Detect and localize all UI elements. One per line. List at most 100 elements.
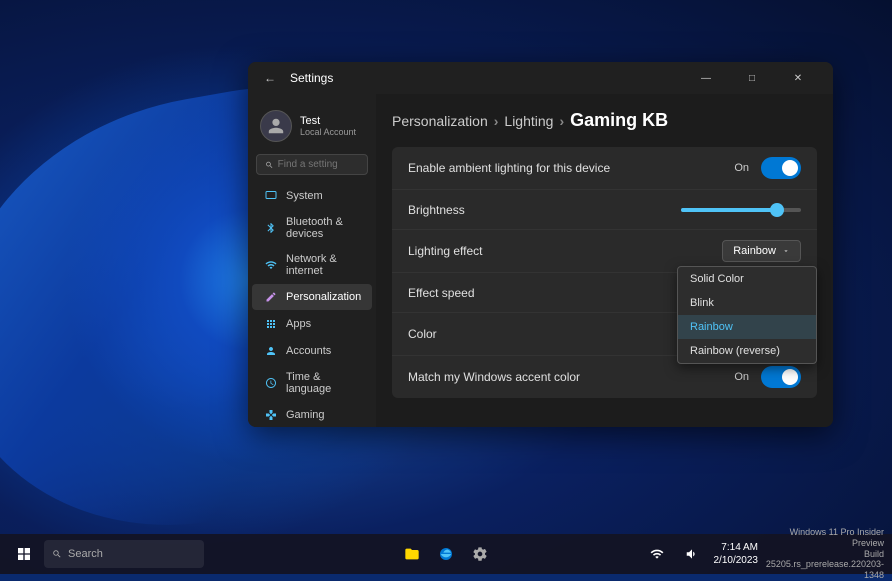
taskbar-settings-icon [472, 546, 488, 562]
match-color-control: On [734, 366, 801, 388]
dropdown-item-rainbow[interactable]: Rainbow [678, 315, 816, 339]
ambient-label: Enable ambient lighting for this device [408, 161, 610, 175]
taskbar-search-icon [52, 549, 62, 559]
ambient-control: On [734, 157, 801, 179]
user-role: Local Account [300, 127, 356, 137]
network-icon [264, 258, 278, 272]
sidebar: Test Local Account System [248, 94, 376, 427]
window-controls: — □ ✕ [683, 62, 821, 94]
taskbar-edge[interactable] [430, 538, 462, 570]
brightness-slider[interactable] [681, 208, 801, 212]
sidebar-label-personalization: Personalization [286, 291, 361, 303]
sidebar-label-network: Network & internet [286, 253, 360, 277]
breadcrumb-lighting[interactable]: Lighting [504, 113, 553, 129]
clock-date: 2/10/2023 [714, 554, 759, 567]
sidebar-label-gaming: Gaming [286, 409, 325, 421]
breadcrumb-sep-1: › [494, 113, 499, 129]
os-line1: Windows 11 Pro Insider Preview [764, 527, 884, 549]
network-tray-icon [650, 547, 664, 561]
lighting-effect-control: Rainbow [722, 240, 801, 262]
effect-speed-label: Effect speed [408, 286, 475, 300]
sidebar-label-bluetooth: Bluetooth & devices [286, 216, 360, 240]
minimize-button[interactable]: — [683, 62, 729, 94]
system-tray [641, 538, 708, 570]
file-explorer-icon [404, 546, 420, 562]
tray-network-icon[interactable] [641, 538, 673, 570]
sidebar-item-gaming[interactable]: Gaming [252, 402, 372, 427]
breadcrumb-personalization[interactable]: Personalization [392, 113, 488, 129]
brightness-control [681, 208, 801, 212]
lighting-effect-row: Lighting effect Rainbow Solid Color [392, 230, 817, 273]
maximize-button[interactable]: □ [729, 62, 775, 94]
lighting-effect-dropdown[interactable]: Rainbow [722, 240, 801, 262]
avatar [260, 110, 292, 142]
sidebar-item-apps[interactable]: Apps [252, 311, 372, 337]
back-button[interactable]: ← [260, 68, 280, 88]
lighting-effect-menu: Solid Color Blink Rainbow Rainbow (rever… [677, 266, 817, 364]
user-section: Test Local Account [248, 102, 376, 150]
sidebar-item-accounts[interactable]: Accounts [252, 338, 372, 364]
match-color-value: On [734, 371, 749, 383]
system-icon [264, 189, 278, 203]
start-icon [16, 546, 32, 562]
sidebar-item-personalization[interactable]: Personalization [252, 284, 372, 310]
apps-icon [264, 317, 278, 331]
lighting-effect-value: Rainbow [733, 245, 776, 257]
time-icon [264, 376, 278, 390]
match-color-toggle[interactable] [761, 366, 801, 388]
color-label: Color [408, 327, 437, 341]
brightness-row: Brightness [392, 190, 817, 230]
breadcrumb-sep-2: › [559, 113, 564, 129]
time-display: 7:14 AM 2/10/2023 [714, 541, 759, 567]
search-setting[interactable] [256, 154, 368, 175]
dropdown-item-rainbow-reverse[interactable]: Rainbow (reverse) [678, 339, 816, 363]
settings-card: Enable ambient lighting for this device … [392, 147, 817, 398]
match-color-label: Match my Windows accent color [408, 370, 580, 384]
taskbar-settings[interactable] [464, 538, 496, 570]
sidebar-label-time: Time & language [286, 371, 360, 395]
tray-volume-icon[interactable] [676, 538, 708, 570]
main-content: Personalization › Lighting › Gaming KB E… [376, 94, 833, 427]
sidebar-item-time[interactable]: Time & language [252, 365, 372, 401]
accounts-icon [264, 344, 278, 358]
search-icon [265, 160, 274, 170]
ambient-value: On [734, 162, 749, 174]
ambient-toggle[interactable] [761, 157, 801, 179]
dropdown-arrow-icon [782, 247, 790, 255]
sidebar-label-apps: Apps [286, 318, 311, 330]
breadcrumb: Personalization › Lighting › Gaming KB [392, 110, 817, 131]
taskbar-search-label: Search [68, 548, 103, 560]
close-button[interactable]: ✕ [775, 62, 821, 94]
search-input[interactable] [278, 159, 359, 170]
os-info: Windows 11 Pro Insider Preview Build 252… [764, 527, 884, 581]
personalization-icon [264, 290, 278, 304]
gaming-icon [264, 408, 278, 422]
bluetooth-icon [264, 221, 278, 235]
sidebar-item-bluetooth[interactable]: Bluetooth & devices [252, 210, 372, 246]
taskbar-center [396, 538, 496, 570]
clock-time: 7:14 AM [714, 541, 759, 554]
title-bar: ← Settings — □ ✕ [248, 62, 833, 94]
dropdown-item-solid[interactable]: Solid Color [678, 267, 816, 291]
sidebar-item-system[interactable]: System [252, 183, 372, 209]
taskbar: Search 7:14 AM 2/10/2023 [0, 534, 892, 574]
sidebar-label-accounts: Accounts [286, 345, 331, 357]
taskbar-right: 7:14 AM 2/10/2023 Windows 11 Pro Insider… [641, 527, 885, 581]
ambient-row: Enable ambient lighting for this device … [392, 147, 817, 190]
lighting-effect-label: Lighting effect [408, 244, 483, 258]
user-name: Test [300, 115, 356, 127]
settings-window: ← Settings — □ ✕ Test Local Account [248, 62, 833, 427]
sidebar-label-system: System [286, 190, 323, 202]
start-button[interactable] [8, 538, 40, 570]
breadcrumb-current: Gaming KB [570, 110, 668, 131]
window-title: Settings [290, 71, 333, 85]
os-line2: Build 25205.rs_prerelease.220203-1348 [764, 549, 884, 581]
taskbar-file-explorer[interactable] [396, 538, 428, 570]
taskbar-left: Search [8, 538, 204, 570]
edge-icon [438, 546, 454, 562]
sidebar-item-network[interactable]: Network & internet [252, 247, 372, 283]
taskbar-search[interactable]: Search [44, 540, 204, 568]
dropdown-item-blink[interactable]: Blink [678, 291, 816, 315]
volume-tray-icon [685, 547, 699, 561]
brightness-label: Brightness [408, 203, 465, 217]
